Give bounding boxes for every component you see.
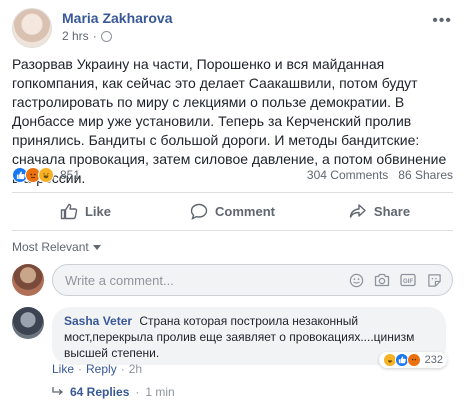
post-actions: Like Comment Share [12,197,453,225]
reaction-count[interactable]: 851 [60,168,80,182]
separator-dot: · [120,362,125,376]
like-button[interactable]: Like [12,197,159,225]
gif-icon[interactable]: GIF [400,273,416,287]
comment-actions: Like · Reply · 2h [52,362,142,376]
emoji-icon[interactable] [348,273,364,287]
reactions-summary: 851 304 Comments 86 Shares [12,165,453,185]
share-icon [349,203,366,218]
camera-icon[interactable] [374,273,390,287]
thumbs-up-icon [60,203,78,219]
more-horizontal-icon: ••• [432,12,452,29]
globe-icon [100,30,112,42]
view-replies[interactable]: 64 Replies · 1 min [52,385,175,399]
svg-text:GIF: GIF [403,279,413,285]
comment-reactions[interactable]: 232 [378,352,447,368]
replies-count: 64 Replies [70,385,130,399]
comment-reply-link[interactable]: Reply [86,362,117,376]
more-options-button[interactable]: ••• [432,12,452,30]
comment-sort-dropdown[interactable]: Most Relevant [12,240,101,254]
reply-arrow-icon [52,387,64,395]
separator-dot: · [135,385,140,399]
comment-reaction-count: 232 [424,354,443,366]
sticker-icon[interactable] [426,273,442,287]
comment-composer: GIF [12,262,453,296]
current-user-avatar[interactable] [12,264,44,296]
comment-input[interactable] [65,265,305,295]
post-author[interactable]: Maria Zakharova [62,10,173,26]
divider [12,192,453,193]
author-avatar[interactable] [12,8,52,48]
comment-input-wrapper: GIF [52,264,453,296]
commenter-avatar[interactable] [12,307,44,339]
share-button[interactable]: Share [306,197,453,225]
divider [12,230,453,231]
separator-dot: · [78,362,83,376]
comment-time[interactable]: 2h [129,362,142,376]
post-stats: 304 Comments 86 Shares [307,168,453,182]
comment-icon [190,203,208,220]
comment-label: Comment [215,203,275,219]
post-timestamp[interactable]: 2 hrs [62,29,89,43]
post-header: Maria Zakharova 2 hrs · ••• [12,8,452,48]
comment-like-link[interactable]: Like [52,362,74,376]
like-label: Like [84,203,111,219]
sort-label: Most Relevant [12,240,89,254]
composer-icons: GIF [348,273,442,287]
share-label: Share [373,203,411,219]
reaction-icons[interactable] [12,167,54,183]
caret-down-icon [92,244,101,250]
replies-time: 1 min [145,385,175,399]
post-meta: 2 hrs · [62,29,112,43]
comment-button[interactable]: Comment [159,197,306,225]
angry-reaction-icon [406,353,421,367]
separator-dot: · [92,29,97,43]
haha-reaction-icon [38,167,54,183]
shares-count[interactable]: 86 Shares [398,168,453,182]
comments-count[interactable]: 304 Comments [307,168,388,182]
commenter-name[interactable]: Sasha Veter [64,314,132,328]
